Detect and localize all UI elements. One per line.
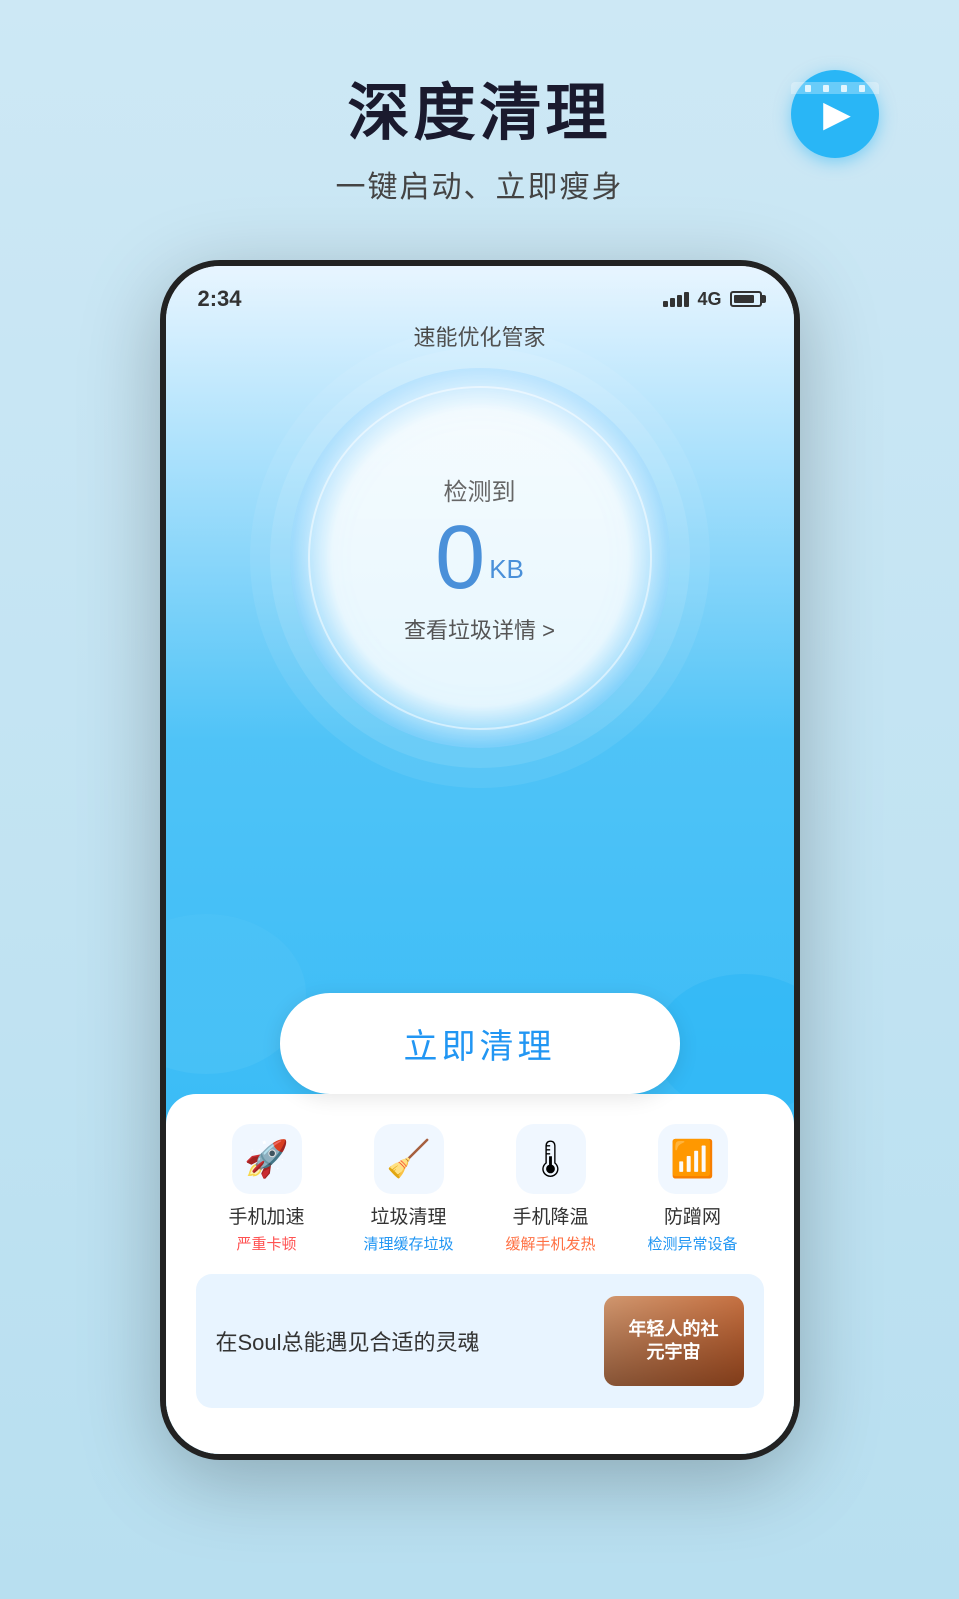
signal-bar-1 [663, 301, 668, 307]
signal-bar-2 [670, 298, 675, 307]
ad-image: 年轻人的社元宇宙 [604, 1296, 744, 1386]
status-time: 2:34 [198, 286, 242, 312]
film-dot [859, 85, 865, 92]
gauge-value: 0 [435, 513, 485, 603]
signal-bar-3 [677, 295, 682, 307]
feature-desc-trash-clean: 清理缓存垃圾 [363, 1233, 453, 1254]
trash-clean-icon: 🧹 [374, 1124, 444, 1194]
ad-text: 在Soul总能遇见合适的灵魂 [216, 1325, 604, 1357]
film-dot [841, 85, 847, 92]
feature-desc-cool-down: 缓解手机发热 [505, 1233, 595, 1254]
battery-icon [730, 291, 762, 307]
ad-banner[interactable]: 在Soul总能遇见合适的灵魂 年轻人的社元宇宙 [196, 1274, 764, 1408]
battery-fill [734, 295, 754, 303]
gauge-container: 检测到 0 KB 查看垃圾详情 > [166, 368, 794, 748]
feature-desc-phone-boost: 严重卡顿 [236, 1233, 296, 1254]
bottom-card: 🚀 手机加速 严重卡顿 🧹 垃圾清理 清理缓存垃圾 🌡 手机降温 缓解手机发热 … [166, 1094, 794, 1454]
film-dot [823, 85, 829, 92]
status-icons: 4G [663, 289, 761, 310]
phone-boost-icon: 🚀 [232, 1124, 302, 1194]
feature-name-phone-boost: 手机加速 [228, 1202, 304, 1229]
feature-row: 🚀 手机加速 严重卡顿 🧹 垃圾清理 清理缓存垃圾 🌡 手机降温 缓解手机发热 … [186, 1124, 774, 1254]
play-icon: ▶ [823, 93, 851, 135]
status-bar: 2:34 4G [166, 266, 794, 320]
feature-name-trash-clean: 垃圾清理 [370, 1202, 446, 1229]
ad-image-caption: 年轻人的社元宇宙 [625, 1314, 723, 1369]
clean-button-wrap: 立即清理 [280, 993, 680, 1094]
feature-desc-wifi-protect: 检测异常设备 [647, 1233, 737, 1254]
phone-frame: 2:34 4G 速能优化管家 检测到 0 [160, 260, 800, 1460]
film-strip [791, 82, 879, 94]
feature-item-trash-clean[interactable]: 🧹 垃圾清理 清理缓存垃圾 [338, 1124, 480, 1254]
gauge-number-row: 0 KB [435, 513, 524, 603]
wifi-protect-icon: 📶 [658, 1124, 728, 1194]
feature-item-phone-boost[interactable]: 🚀 手机加速 严重卡顿 [196, 1124, 338, 1254]
network-type: 4G [697, 289, 721, 310]
cool-down-icon: 🌡 [516, 1124, 586, 1194]
sub-title: 一键启动、立即瘦身 [0, 162, 959, 206]
feature-name-wifi-protect: 防蹭网 [664, 1202, 721, 1229]
feature-name-cool-down: 手机降温 [512, 1202, 588, 1229]
gauge-circle: 检测到 0 KB 查看垃圾详情 > [290, 368, 670, 748]
app-title: 速能优化管家 [166, 320, 794, 352]
feature-item-wifi-protect[interactable]: 📶 防蹭网 检测异常设备 [622, 1124, 764, 1254]
gauge-label: 检测到 [444, 472, 516, 507]
gauge-detail[interactable]: 查看垃圾详情 > [404, 613, 555, 645]
signal-bar-4 [684, 292, 689, 307]
phone-interior: 2:34 4G 速能优化管家 检测到 0 [166, 266, 794, 1454]
signal-bars [663, 292, 689, 307]
feature-item-cool-down[interactable]: 🌡 手机降温 缓解手机发热 [480, 1124, 622, 1254]
clean-button[interactable]: 立即清理 [280, 993, 680, 1094]
gauge-unit: KB [489, 554, 524, 585]
film-dot [805, 85, 811, 92]
video-icon-button[interactable]: ▶ [791, 70, 879, 158]
